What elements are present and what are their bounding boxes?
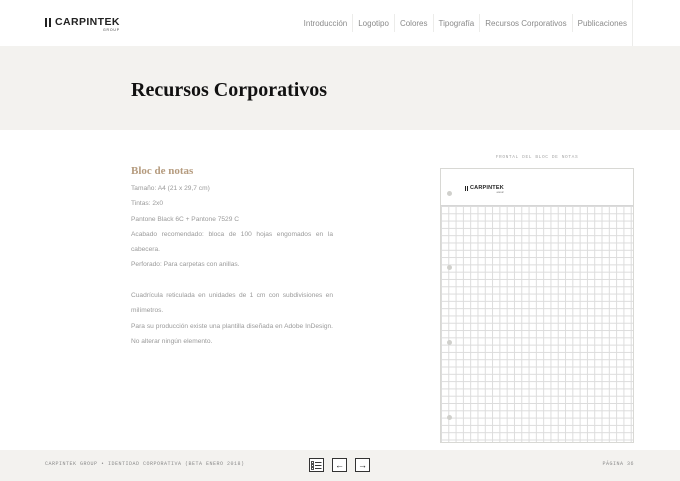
notes-line-grid: Cuadrícula reticulada en unidades de 1 c…: [131, 292, 333, 315]
next-page-button[interactable]: →: [355, 458, 370, 472]
punch-hole: [447, 191, 452, 196]
brand-mark-icon: [465, 186, 468, 191]
spec-line-finish: Acabado recomendado: bloca de 100 hojas …: [131, 230, 333, 254]
previous-page-button[interactable]: ←: [332, 458, 347, 472]
nav-item-introduccion[interactable]: Introducción: [299, 14, 353, 32]
section-title: Bloc de notas: [131, 165, 194, 177]
preview-caption: FRONTAL DEL BLOC DE NOTAS: [495, 155, 579, 160]
page-title: Recursos Corporativos: [131, 79, 328, 101]
main-nav: Introducción Logotipo Colores Tipografía…: [299, 0, 633, 46]
spec-line-perforation: Perforado: Para carpetas con anillas.: [131, 261, 240, 269]
spec-line-size: Tamaño: A4 (21 x 29,7 cm): [131, 185, 210, 192]
notepad-logo: CARPINTEK GROUP: [465, 185, 504, 194]
top-header: CARPINTEK GROUP Introducción Logotipo Co…: [0, 0, 680, 46]
notepad-logo-sub: GROUP: [496, 191, 504, 194]
punch-hole: [447, 415, 452, 420]
list-index-icon: [311, 460, 322, 470]
grid-pattern: [441, 206, 633, 442]
brand-sub: GROUP: [103, 27, 120, 32]
footer-document-info: CARPINTEK GROUP • IDENTIDAD CORPORATIVA …: [45, 461, 245, 467]
punch-hole: [447, 340, 452, 345]
spec-line-pantone: Pantone Black 6C + Pantone 7529 C: [131, 215, 239, 223]
brand-mark-icon: [45, 18, 51, 27]
nav-item-tipografia[interactable]: Tipografía: [432, 14, 480, 32]
nav-item-publicaciones[interactable]: Publicaciones: [571, 14, 632, 32]
spec-line-inks: Tintas: 2x0: [131, 200, 164, 208]
index-button[interactable]: [309, 458, 324, 472]
brand-name: CARPINTEK: [55, 16, 120, 28]
spec-paragraph: Tamaño: A4 (21 x 29,7 cm) Tintas: 2x0 Pa…: [131, 181, 333, 273]
title-band: Recursos Corporativos: [0, 46, 680, 130]
footer-bar: CARPINTEK GROUP • IDENTIDAD CORPORATIVA …: [0, 450, 680, 481]
nav-item-recursos-corporativos[interactable]: Recursos Corporativos: [479, 14, 571, 32]
notes-paragraph: Cuadrícula reticulada en unidades de 1 c…: [131, 288, 333, 349]
punch-hole: [447, 265, 452, 270]
arrow-right-icon: →: [358, 459, 367, 470]
nav-item-logotipo[interactable]: Logotipo: [352, 14, 394, 32]
brand-logo[interactable]: CARPINTEK GROUP: [45, 17, 120, 32]
arrow-left-icon: ←: [335, 459, 344, 470]
notes-line-template: Para su producción existe una plantilla …: [131, 322, 333, 345]
notepad-preview: CARPINTEK GROUP: [440, 168, 634, 443]
page-number: PÁGINA 36: [602, 461, 634, 467]
nav-item-colores[interactable]: Colores: [393, 14, 433, 32]
